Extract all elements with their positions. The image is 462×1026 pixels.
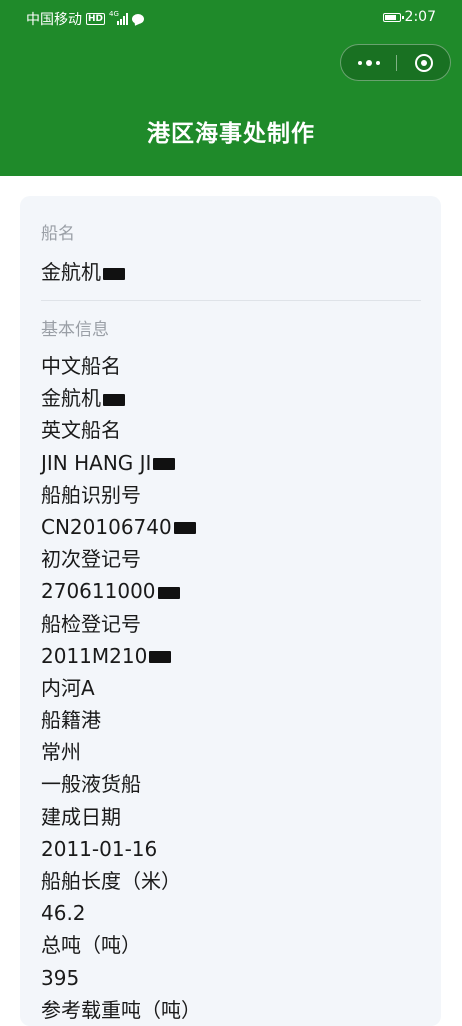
- info-text: 总吨（吨）: [41, 933, 141, 958]
- info-line: 常州: [41, 736, 201, 768]
- info-text: 中文船名: [41, 354, 121, 378]
- info-line: 初次登记号: [41, 543, 201, 575]
- info-line: 金航机: [41, 382, 201, 414]
- info-line: 一般液货船: [41, 768, 201, 800]
- info-line: 2011-01-16: [41, 833, 201, 865]
- status-bar: 中国移动 HD 4G 2:07: [0, 0, 462, 36]
- info-text: 395: [41, 965, 80, 990]
- redaction-mark: [153, 458, 176, 471]
- redaction-mark: [103, 393, 125, 406]
- signal-icon: 4G: [109, 10, 129, 25]
- info-line: 船籍港: [41, 704, 201, 736]
- info-text: 46.2: [41, 901, 86, 926]
- status-right: 2:07: [382, 9, 436, 25]
- more-button[interactable]: [341, 45, 396, 80]
- ship-name-text: 金航机: [41, 260, 101, 284]
- info-text: 金航机: [41, 386, 101, 411]
- info-line: JIN HANG JI: [41, 447, 201, 479]
- info-text: 英文船名: [41, 418, 121, 443]
- info-line: 内河A: [41, 672, 201, 704]
- hd-icon: HD: [86, 13, 106, 25]
- info-line: 总吨（吨）: [41, 929, 201, 961]
- redaction-mark: [173, 522, 196, 535]
- info-text: 内河A: [41, 675, 95, 700]
- info-text: 一般液货船: [41, 772, 141, 797]
- battery-icon: [382, 12, 404, 22]
- info-line: 船舶长度（米）: [41, 865, 201, 897]
- more-dots-icon: [357, 60, 362, 65]
- info-line: 270611000: [41, 575, 201, 607]
- info-line: 建成日期: [41, 801, 201, 833]
- info-text: 建成日期: [41, 804, 121, 829]
- ship-name-label: 船名: [41, 224, 75, 244]
- info-line: 395: [41, 962, 201, 994]
- info-line: 英文船名: [41, 414, 201, 446]
- info-text: 270611000: [41, 579, 156, 604]
- redaction-mark: [157, 586, 180, 599]
- info-text: 船检登记号: [41, 611, 141, 636]
- page-title: 港区海事处制作: [147, 121, 315, 147]
- info-line: 船舶识别号: [41, 479, 201, 511]
- message-icon: [132, 14, 145, 24]
- close-button[interactable]: [397, 45, 451, 80]
- miniprogram-capsule: [340, 44, 451, 81]
- info-text: 初次登记号: [41, 547, 141, 572]
- basic-info-list: 中文船名金航机英文船名 JIN HANG JI 船舶识别号 CN20106740 初次登…: [41, 350, 201, 1026]
- header-bar: 中国移动 HD 4G 2:07 港区海事处制作: [0, 0, 462, 176]
- section-divider: [41, 300, 421, 301]
- basic-info-label: 基本信息: [41, 320, 109, 340]
- info-line: 参考载重吨（吨）: [41, 994, 201, 1026]
- info-text: 参考载重吨（吨）: [41, 997, 201, 1022]
- vessel-info-card: 船名 金航机 基本信息 中文船名 金航机 英文船名 JIN HANG JI 船舶识别号 C…: [20, 196, 441, 1026]
- info-text: CN20106740: [41, 514, 172, 539]
- info-text: JIN HANG JI: [41, 450, 152, 475]
- redaction-mark: [103, 267, 125, 280]
- info-line: 中文船名: [41, 350, 201, 382]
- info-text: 常州: [41, 740, 81, 765]
- status-time: 2:07: [404, 9, 436, 25]
- info-text: 2011-01-16: [41, 836, 158, 861]
- info-text: 船舶识别号: [41, 482, 141, 507]
- info-line: CN20106740: [41, 511, 201, 543]
- info-line: 船检登记号: [41, 608, 201, 640]
- info-text: 船舶长度（米）: [41, 869, 181, 893]
- network-type: 4G: [109, 10, 119, 18]
- carrier-name: 中国移动: [26, 12, 82, 28]
- info-line: 46.2: [41, 897, 201, 929]
- redaction-mark: [149, 651, 172, 664]
- info-text: 2011M210: [41, 643, 148, 668]
- info-text: 船籍港: [41, 708, 101, 733]
- close-circle-icon: [415, 53, 433, 72]
- status-left: 中国移动 HD 4G: [26, 9, 145, 29]
- info-line: 2011M210: [41, 640, 201, 672]
- ship-name-value: 金航机: [41, 258, 125, 286]
